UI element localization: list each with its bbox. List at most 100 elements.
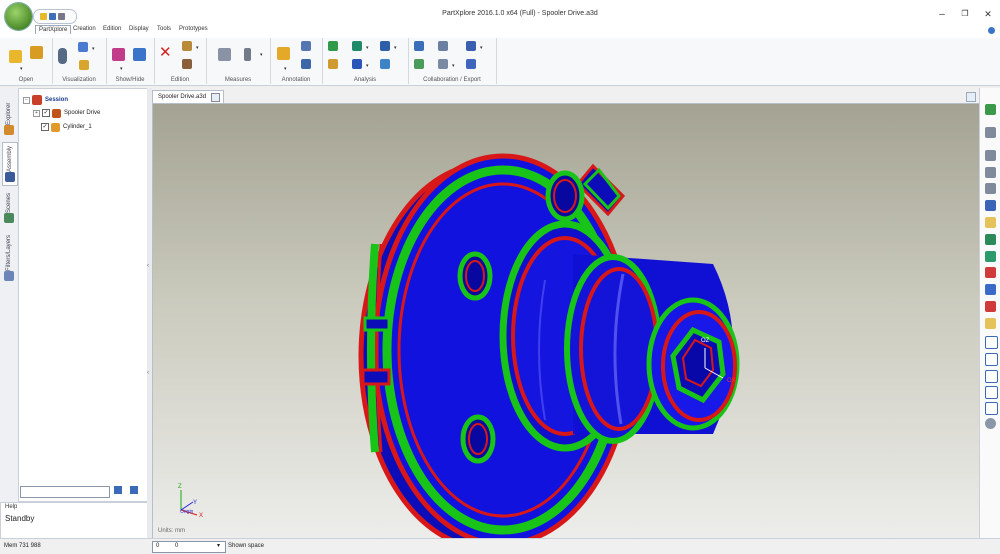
share-icon[interactable] [438, 59, 448, 69]
single-view-icon[interactable] [985, 336, 998, 349]
view-iso-icon[interactable] [985, 200, 996, 211]
tree-search-input[interactable] [20, 486, 110, 498]
new-file-icon[interactable] [40, 13, 47, 20]
help-icon[interactable] [988, 27, 995, 34]
measure-distance-icon[interactable] [218, 48, 231, 61]
transform-icon[interactable] [182, 59, 192, 69]
split-horizontal-icon[interactable] [985, 370, 998, 383]
chevron-down-icon[interactable]: ▾ [120, 66, 123, 72]
magnifier-icon[interactable] [985, 418, 996, 429]
tab-explorer[interactable]: Explorer [2, 96, 16, 138]
annotation-icon[interactable] [277, 47, 290, 60]
view-front-icon[interactable] [985, 217, 996, 228]
hide-icon[interactable] [133, 48, 146, 61]
chevron-down-icon[interactable]: ▾ [366, 45, 369, 51]
analysis-thickness-icon[interactable] [328, 59, 338, 69]
coordinate-select[interactable]: 0 0 ▾ [152, 541, 226, 553]
cylinder-view-icon[interactable] [58, 48, 67, 64]
view-top-icon[interactable] [985, 284, 996, 295]
view-right-icon[interactable] [985, 267, 996, 278]
show-icon[interactable] [112, 48, 125, 61]
chevron-down-icon[interactable]: ▾ [366, 63, 369, 69]
flag-icon[interactable] [301, 41, 311, 51]
group-label: Measures [224, 77, 252, 83]
3d-viewport[interactable]: OZ OX Z X Y Origin Units: mm [152, 103, 980, 540]
collapse-arrow-icon[interactable]: ‹ [147, 370, 149, 376]
view-cube-icon[interactable] [985, 104, 996, 115]
light-icon[interactable] [79, 60, 89, 70]
collaborate-icon[interactable] [414, 41, 424, 51]
zoom-out-icon[interactable] [985, 167, 996, 178]
arrow-up-icon[interactable] [130, 486, 138, 494]
analysis-tree-icon[interactable] [328, 41, 338, 51]
analysis-compare-icon[interactable] [380, 41, 390, 51]
report-icon[interactable] [466, 59, 476, 69]
chevron-down-icon[interactable]: ▾ [452, 63, 455, 69]
chevron-down-icon[interactable]: ▾ [217, 542, 220, 549]
chevron-down-icon[interactable]: ▾ [92, 46, 95, 52]
tab-scenes[interactable]: Scenes [2, 192, 16, 226]
zoom-window-icon[interactable] [985, 183, 996, 194]
measure-angle-icon[interactable] [244, 48, 251, 61]
close-button[interactable]: ✕ [981, 9, 995, 20]
print-icon[interactable] [58, 13, 65, 20]
analysis-clash-icon[interactable] [380, 59, 390, 69]
tab-assembly[interactable]: Assembly [2, 142, 18, 186]
visibility-checkbox[interactable]: ✓ [41, 123, 49, 131]
tab-edition[interactable]: Edition [103, 26, 121, 32]
expand-icon[interactable]: + [33, 109, 40, 117]
analysis-draft-icon[interactable] [352, 59, 362, 69]
chevron-down-icon[interactable]: ▾ [196, 45, 199, 51]
move-icon[interactable] [182, 41, 192, 51]
frame-label-ox: OX [727, 378, 736, 384]
viewport-maximize-icon[interactable] [966, 92, 976, 102]
tree-item-spooler-drive[interactable]: + ✓ Spooler Drive [33, 107, 100, 119]
publish-icon[interactable] [466, 41, 476, 51]
collapse-icon[interactable]: − [23, 96, 30, 104]
analysis-section-icon[interactable] [352, 41, 362, 51]
axis-label-x: X [199, 513, 203, 519]
tab-creation[interactable]: Creation [73, 26, 96, 32]
view-back-icon[interactable] [985, 234, 996, 245]
screenshot-icon[interactable] [414, 59, 424, 69]
zoom-in-icon[interactable] [985, 150, 996, 161]
restore-button[interactable]: ❐ [958, 9, 972, 18]
minimize-button[interactable]: – [935, 9, 949, 20]
bolt-hole [465, 260, 485, 292]
app-logo-icon[interactable] [5, 3, 32, 30]
grid-views-icon[interactable] [985, 402, 998, 415]
view-left-icon[interactable] [985, 251, 996, 262]
tree-root-row[interactable]: − Session [23, 94, 68, 106]
tab-partxplore[interactable]: PartXplore [35, 25, 72, 34]
render-mode-icon[interactable] [78, 42, 88, 52]
collapse-arrow-icon[interactable]: ‹ [147, 263, 149, 269]
chevron-down-icon[interactable]: ▾ [20, 66, 23, 72]
tab-tools[interactable]: Tools [157, 26, 171, 32]
3d-model-canvas[interactable]: OZ OX Z X Y Origin Units: mm [153, 104, 979, 539]
view-bottom-icon[interactable] [985, 301, 996, 312]
export-icon[interactable] [438, 41, 448, 51]
view-custom-icon[interactable] [985, 318, 996, 329]
text-abc-icon[interactable] [301, 59, 311, 69]
delete-icon[interactable]: ✕ [159, 45, 172, 60]
chevron-down-icon[interactable]: ▾ [260, 52, 263, 58]
open-folder-icon[interactable] [9, 50, 22, 63]
tab-display[interactable]: Display [129, 26, 149, 32]
save-icon[interactable] [49, 13, 56, 20]
tree-item-cylinder[interactable]: ✓ Cylinder_1 [41, 121, 92, 133]
visibility-checkbox[interactable]: ✓ [42, 109, 50, 117]
chevron-down-icon[interactable]: ▾ [394, 45, 397, 51]
chevron-down-icon[interactable]: ▾ [284, 66, 287, 72]
bolt-hole [468, 423, 488, 455]
tab-close-icon[interactable] [211, 93, 220, 102]
zoom-all-icon[interactable] [985, 127, 996, 138]
tab-filters-layers[interactable]: Filters/Layers [2, 232, 16, 284]
document-tab[interactable]: Spooler Drive.a3d [152, 90, 224, 104]
arrow-down-icon[interactable] [114, 486, 122, 494]
four-views-icon[interactable] [985, 386, 998, 399]
open-recent-icon[interactable] [30, 46, 43, 59]
split-vertical-icon[interactable] [985, 353, 998, 366]
group-annotation: ▾ Annotation [270, 38, 323, 84]
chevron-down-icon[interactable]: ▾ [480, 45, 483, 51]
tab-prototypes[interactable]: Prototypes [179, 26, 208, 32]
